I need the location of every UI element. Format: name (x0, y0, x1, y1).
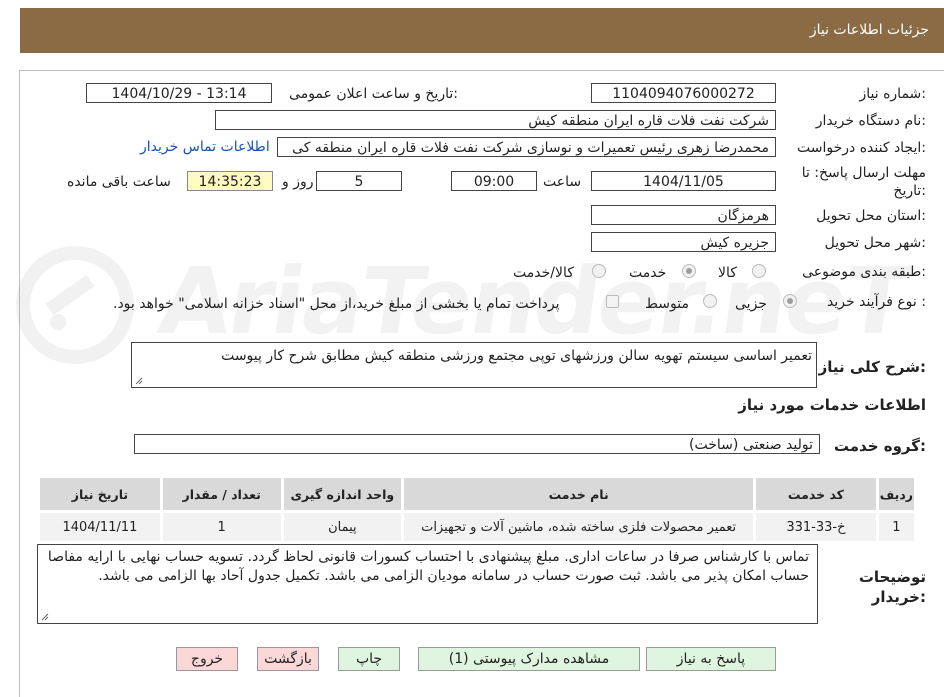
page-header: جزئیات اطلاعات نیاز (20, 8, 944, 53)
city-field: جزیره کیش (591, 232, 776, 252)
treasury-note: پرداخت تمام یا بخشی از مبلغ خرید،از محل … (113, 296, 560, 312)
cell-service-code: خ-33-331 (753, 510, 879, 544)
time-label: ساعت (543, 174, 582, 190)
col-need-date: تاریخ نیاز (37, 475, 163, 513)
announce-date-field: 1404/10/29 - 13:14 (86, 83, 272, 103)
summary-text: تعمیر اساسی سیستم تهویه سالن ورزشهای توپ… (221, 348, 812, 364)
resize-grip-icon[interactable] (135, 377, 143, 385)
cell-unit: پیمان (280, 510, 405, 544)
radio-minor-label: جزیی (735, 296, 767, 312)
province-field: هرمزگان (591, 205, 776, 225)
col-service-code: کد خدمت (753, 475, 879, 513)
days-label: روز و (282, 174, 314, 190)
radio-medium[interactable] (703, 294, 717, 308)
radio-goods-service-label: کالا/خدمت (513, 265, 574, 281)
radio-service-label: خدمت (629, 265, 667, 281)
buyer-contact-link[interactable]: اطلاعات تماس خریدار (140, 139, 270, 155)
service-group-label: گروه خدمت: (833, 437, 926, 455)
service-group-field: تولید صنعتی (ساخت) (134, 434, 820, 454)
radio-service[interactable] (682, 264, 696, 278)
radio-minor[interactable] (783, 294, 797, 308)
days-field: 5 (316, 171, 402, 191)
resize-grip-icon[interactable] (41, 613, 49, 621)
treasury-checkbox[interactable] (606, 295, 619, 308)
print-button[interactable]: چاپ (338, 647, 400, 671)
radio-goods-service[interactable] (592, 264, 606, 278)
buyer-notes-label: توضیحات خریدار: (858, 568, 926, 606)
category-label: طبقه بندی موضوعی: (802, 264, 926, 280)
exit-button[interactable]: خروج (176, 647, 238, 671)
buyer-notes-textarea[interactable]: تماس با کارشناس صرفا در ساعات اداری. مبل… (37, 544, 818, 624)
summary-label: شرح کلی نیاز: (818, 358, 926, 376)
table-header-row: ردیف کد خدمت نام خدمت واحد اندازه گیری ت… (37, 475, 918, 513)
cell-service-name: تعمیر محصولات فلزی ساخته شده، ماشین آلات… (401, 510, 757, 544)
announce-date-label: تاریخ و ساعت اعلان عمومی: (289, 86, 458, 102)
remaining-time-field: 14:35:23 (187, 171, 273, 191)
col-row-number: ردیف (875, 475, 918, 513)
summary-textarea[interactable]: تعمیر اساسی سیستم تهویه سالن ورزشهای توپ… (131, 342, 817, 388)
radio-goods-label: کالا (718, 265, 737, 281)
services-table: ردیف کد خدمت نام خدمت واحد اندازه گیری ت… (37, 475, 918, 544)
services-section-title: اطلاعات خدمات مورد نیاز (738, 396, 926, 414)
radio-medium-label: متوسط (645, 296, 689, 312)
table-row: 1 خ-33-331 تعمیر محصولات فلزی ساخته شده،… (37, 510, 918, 544)
buyer-org-label: نام دستگاه خریدار: (815, 113, 926, 129)
page-title: جزئیات اطلاعات نیاز (809, 22, 929, 38)
requester-label: ایجاد کننده درخواست: (797, 140, 926, 156)
deadline-label: مهلت ارسال پاسخ: تا تاریخ: (801, 165, 926, 199)
process-label: نوع فرآیند خرید : (827, 294, 926, 310)
need-number-field: 1104094076000272 (591, 83, 776, 103)
city-label: شهر محل تحویل: (824, 235, 926, 251)
deadline-time-field: 09:00 (451, 171, 537, 191)
deadline-date-field: 1404/11/05 (591, 171, 776, 191)
buyer-org-field: شرکت نفت فلات قاره ایران منطقه کیش (215, 110, 776, 130)
col-quantity: تعداد / مقدار (159, 475, 284, 513)
view-attachments-button[interactable]: مشاهده مدارک پیوستی (1) (418, 647, 640, 671)
remaining-label: ساعت باقی مانده (67, 174, 171, 190)
cell-need-date: 1404/11/11 (37, 510, 163, 544)
cell-quantity: 1 (159, 510, 284, 544)
province-label: استان محل تحویل: (816, 208, 926, 224)
reply-button[interactable]: پاسخ به نیاز (646, 647, 776, 671)
col-unit: واحد اندازه گیری (280, 475, 405, 513)
need-number-label: شماره نیاز: (859, 86, 926, 102)
buyer-notes-text: تماس با کارشناس صرفا در ساعات اداری. مبل… (47, 549, 809, 584)
radio-goods[interactable] (752, 264, 766, 278)
cell-row-number: 1 (875, 510, 918, 544)
requester-field: محمدرضا زهری رئیس تعمیرات و نوسازی شرکت … (277, 137, 776, 157)
col-service-name: نام خدمت (401, 475, 757, 513)
back-button[interactable]: بازگشت (257, 647, 319, 671)
